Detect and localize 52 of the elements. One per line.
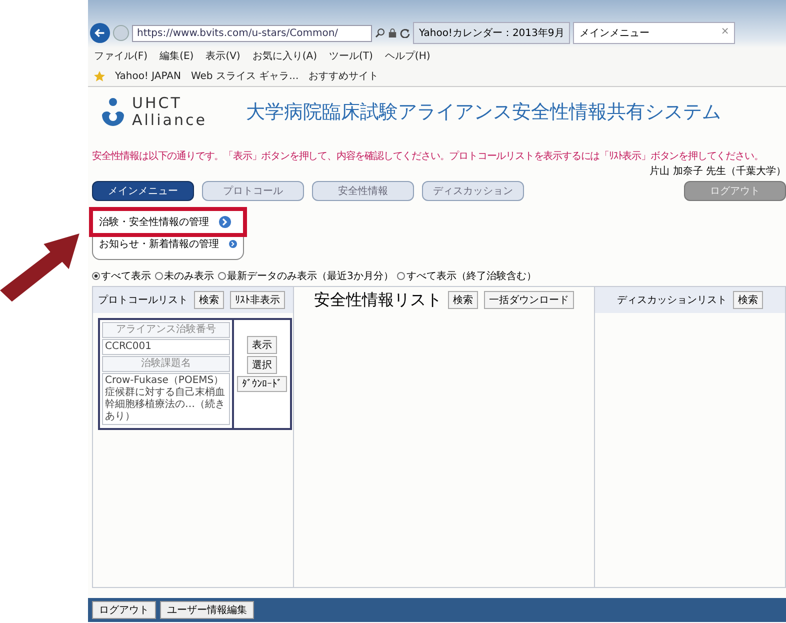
back-arrow-icon	[93, 26, 107, 40]
panel-button[interactable]: 一括ダウンロード	[484, 291, 574, 309]
panel-title: 安全性情報リスト	[314, 290, 442, 310]
nav-tab[interactable]: 安全性情報	[312, 181, 414, 201]
logo-text: UHCT	[132, 95, 183, 112]
panel-title: ディスカッションリスト	[617, 294, 727, 307]
arrow-right-icon	[229, 238, 237, 250]
logo-text: Alliance	[132, 112, 208, 129]
browser-tab[interactable]: メインメニュー ×	[573, 22, 736, 44]
favorite-link[interactable]: Yahoo! JAPAN	[115, 70, 181, 82]
arrow-right-icon	[219, 216, 231, 228]
address-field[interactable]: https://www.bvits.com/u-stars/Common/	[132, 24, 372, 42]
footer-button[interactable]: ログアウト	[92, 601, 156, 619]
field-label: 治験課題名	[102, 356, 230, 372]
panel-button[interactable]: 検索	[194, 291, 224, 309]
filter-radio[interactable]: 未のみ表示	[155, 269, 214, 283]
panel-title: プロトコールリスト	[98, 294, 188, 307]
back-button[interactable]	[90, 23, 110, 43]
nav-tab[interactable]: プロトコール	[202, 181, 304, 201]
nav-tab[interactable]: ディスカッション	[422, 181, 524, 201]
system-title: 大学病院臨床試験アライアンス安全性情報共有システム	[246, 100, 721, 125]
card-button[interactable]: 表示	[247, 336, 277, 354]
panel-button[interactable]: 検索	[448, 291, 478, 309]
favorite-link[interactable]: おすすめサイト	[308, 69, 379, 83]
menu-item[interactable]: ツール(T)	[329, 49, 373, 63]
user-name: 片山 加奈子 先生（千葉大学）	[648, 164, 786, 178]
menu-item[interactable]: ヘルプ(H)	[384, 49, 430, 63]
star-icon[interactable]	[94, 70, 105, 82]
card-button[interactable]: 選択	[247, 356, 277, 374]
lock-icon	[388, 28, 397, 38]
browser-tab[interactable]: Yahoo!カレンダー：2013年9月	[413, 22, 570, 44]
menu-item[interactable]: 表示(V)	[206, 49, 240, 63]
favorite-link[interactable]: Web スライス ギャラ...	[190, 69, 299, 83]
filter-radio[interactable]: すべて表示（終了治験含む）	[397, 269, 536, 283]
search-icon[interactable]	[375, 28, 385, 38]
notice-text: 安全性情報は以下の通りです。「表示」ボタンを押して、内容を確認してください。プロトコールリストを表示するには「ﾘｽﾄ表示」ボタンを押してください。	[91, 150, 764, 163]
menu-item[interactable]: 編集(E)	[160, 49, 194, 63]
protocol-name: Crow-Fukase（POEMS）症候群に対する自己末梢血幹細胞移植療法の…（続きあり）	[102, 373, 230, 425]
panel-button[interactable]: ﾘｽﾄ非表示	[230, 291, 285, 309]
refresh-icon[interactable]	[400, 28, 410, 38]
filter-radio[interactable]: すべて表示	[92, 269, 151, 283]
panel-button[interactable]: 検索	[733, 291, 763, 309]
protocol-number: CCRC001	[102, 339, 230, 355]
field-label: アライアンス治験番号	[102, 322, 230, 338]
menu-item[interactable]: お気に入り(A)	[252, 49, 317, 63]
nav-tab[interactable]: メインメニュー	[92, 181, 194, 201]
footer-button[interactable]: ユーザー情報編集	[160, 601, 254, 619]
menu-item[interactable]: ファイル(F)	[94, 49, 148, 63]
menu-item[interactable]: お知らせ・新着情報の管理	[93, 233, 243, 255]
filter-radio[interactable]: 最新データのみ表示（最近3か月分）	[218, 269, 394, 283]
card-button[interactable]: ﾀﾞｳﾝﾛｰﾄﾞ	[237, 376, 287, 392]
close-tab-button[interactable]: ×	[720, 26, 730, 40]
